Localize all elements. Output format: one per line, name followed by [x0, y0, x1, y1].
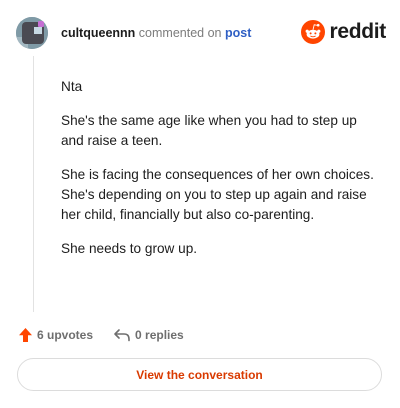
comment-actions: 6 upvotes 0 replies: [18, 326, 184, 344]
reddit-logo[interactable]: reddit: [301, 20, 386, 44]
comment-paragraph: She is facing the consequences of her ow…: [61, 167, 374, 222]
reddit-snoo-icon: [301, 20, 326, 44]
comment-header: cultqueennn commented on post reddit: [16, 16, 386, 50]
username-link[interactable]: cultqueennn: [61, 26, 135, 40]
thread-line: [33, 56, 34, 312]
comment-body: Nta She's the same age like when you had…: [61, 77, 381, 273]
reply-arrow-icon: [114, 329, 130, 342]
upvotes-count: 6 upvotes: [37, 328, 94, 342]
action-text: commented on: [138, 26, 222, 40]
replies-count: 0 replies: [135, 328, 184, 342]
comment-paragraph: Nta: [61, 79, 83, 94]
upvote-button[interactable]: 6 upvotes: [18, 327, 93, 343]
comment-card: cultqueennn commented on post reddit Nta…: [0, 0, 400, 408]
reddit-wordmark: reddit: [329, 20, 386, 43]
replies-button[interactable]: 0 replies: [113, 328, 184, 342]
post-link[interactable]: post: [225, 26, 251, 40]
upvote-arrow-icon: [19, 328, 32, 342]
comment-meta: cultqueennn commented on post: [61, 25, 251, 41]
comment-paragraph: She needs to grow up.: [61, 241, 198, 256]
user-avatar[interactable]: [16, 17, 48, 49]
view-conversation-button[interactable]: View the conversation: [17, 358, 382, 391]
comment-paragraph: She's the same age like when you had to …: [61, 113, 357, 148]
